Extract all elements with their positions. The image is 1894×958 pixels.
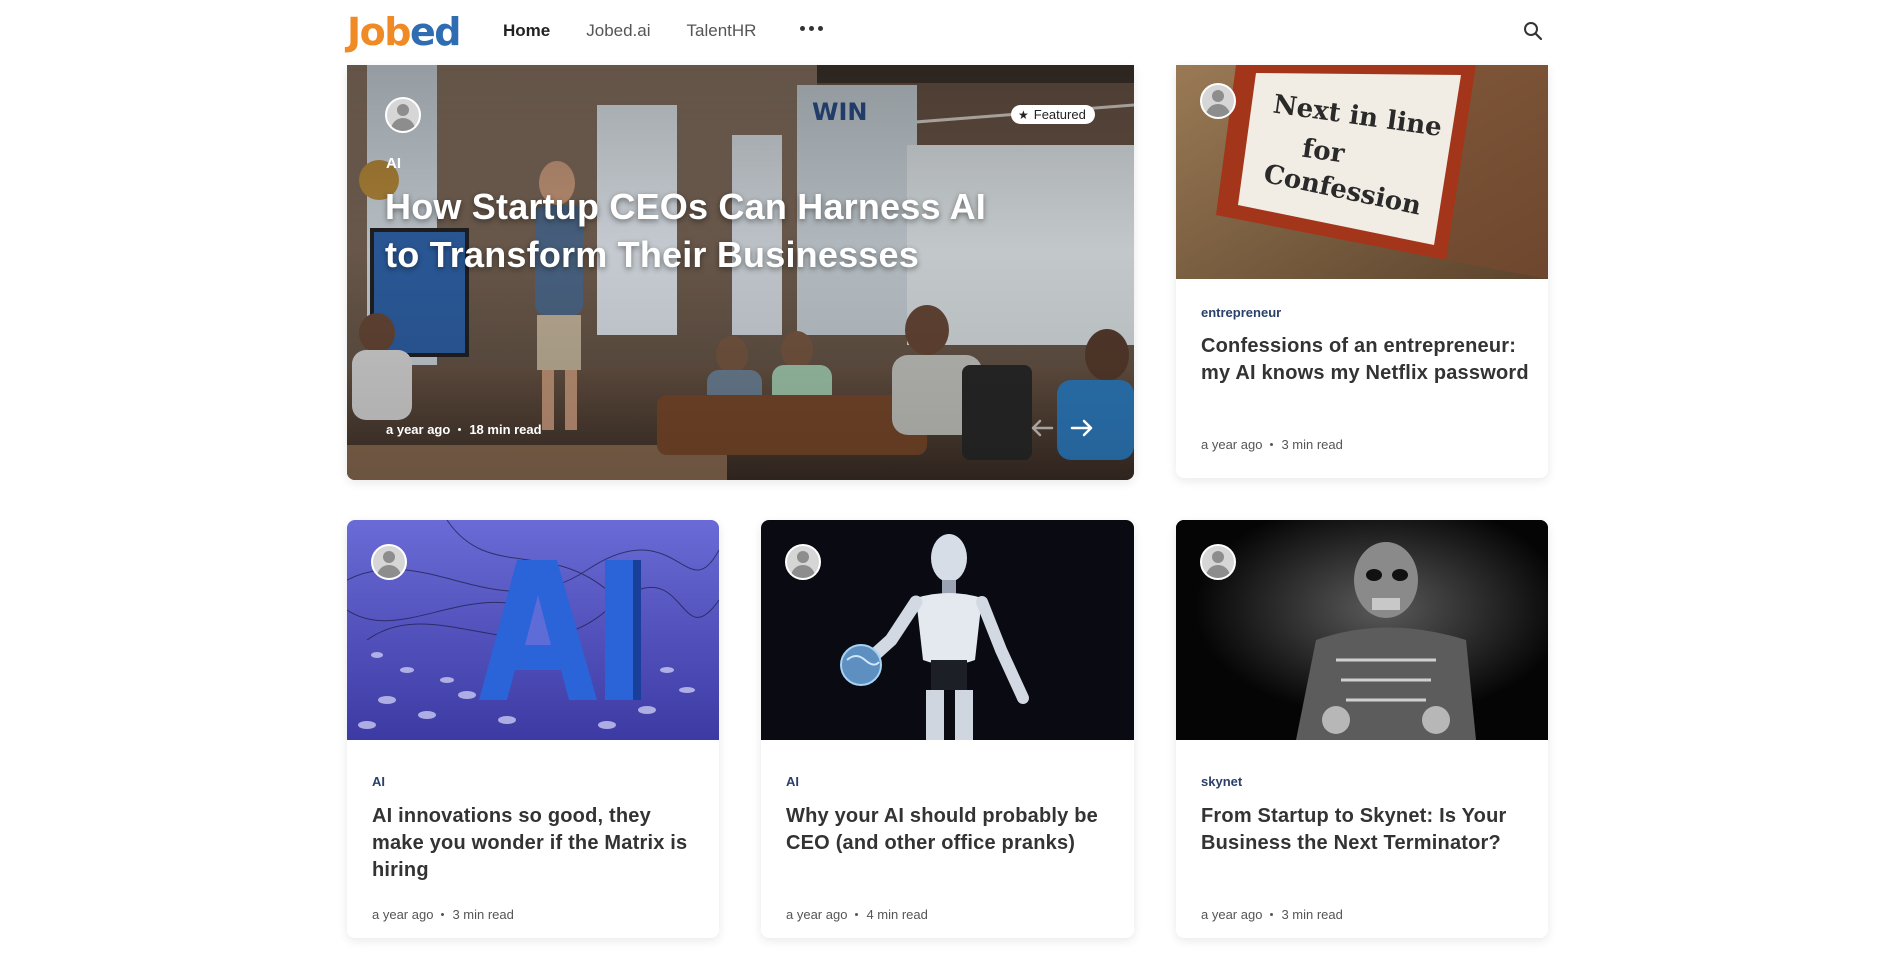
arrow-left-icon[interactable] <box>1027 415 1057 441</box>
post-title[interactable]: AI innovations so good, they make you wo… <box>372 803 702 884</box>
post-meta: a year ago 18 min read <box>386 422 542 437</box>
post-meta: a year ago 4 min read <box>786 907 928 922</box>
post-read-time: 4 min read <box>866 907 928 922</box>
meta-separator <box>458 428 462 431</box>
featured-post-title[interactable]: How Startup CEOs Can Harness AI to Trans… <box>385 183 1005 279</box>
post-date: a year ago <box>372 907 434 922</box>
post-card[interactable]: Next in line for Confession entrepreneur… <box>1176 65 1548 478</box>
post-read-time: 3 min read <box>452 907 514 922</box>
post-title[interactable]: Why your AI should probably be CEO (and … <box>786 803 1116 857</box>
nav-home[interactable]: Home <box>503 19 550 43</box>
site-logo[interactable]: Jobed <box>347 10 461 54</box>
post-meta: a year ago 3 min read <box>1201 437 1343 452</box>
post-date: a year ago <box>1201 437 1263 452</box>
more-dots-icon[interactable] <box>800 26 823 31</box>
post-title[interactable]: Confessions of an entrepreneur: my AI kn… <box>1201 333 1531 387</box>
post-card[interactable]: AI AI innovations so good, they make you… <box>347 520 719 938</box>
post-meta: a year ago 3 min read <box>372 907 514 922</box>
post-read-time: 3 min read <box>1281 437 1343 452</box>
post-title[interactable]: From Startup to Skynet: Is Your Business… <box>1201 803 1531 857</box>
post-tag[interactable]: skynet <box>1201 774 1242 789</box>
author-avatar[interactable] <box>385 97 421 133</box>
arrow-right-icon[interactable] <box>1067 415 1097 441</box>
post-tag[interactable]: AI <box>372 774 385 789</box>
post-date: a year ago <box>786 907 848 922</box>
svg-text:for: for <box>1300 134 1346 170</box>
author-avatar[interactable] <box>785 544 821 580</box>
post-tag[interactable]: AI <box>786 774 799 789</box>
author-avatar[interactable] <box>371 544 407 580</box>
featured-post-card[interactable]: WIN ★ Featured AI How Startup CEOs Can H… <box>347 65 1134 480</box>
post-meta: a year ago 3 min read <box>1201 907 1343 922</box>
featured-badge-label: Featured <box>1033 107 1086 122</box>
star-icon: ★ <box>1018 107 1029 122</box>
featured-badge: ★ Featured <box>1011 105 1095 124</box>
slider-controls <box>1027 415 1097 441</box>
post-read-time: 3 min read <box>1281 907 1343 922</box>
meta-separator <box>1270 443 1274 446</box>
nav-jobed-ai[interactable]: Jobed.ai <box>586 19 650 43</box>
meta-separator <box>855 913 859 916</box>
logo-text-ed: ed <box>409 10 461 54</box>
post-read-time: 18 min read <box>469 422 542 437</box>
post-tag[interactable]: entrepreneur <box>1201 305 1281 320</box>
post-card[interactable]: skynet From Startup to Skynet: Is Your B… <box>1176 520 1548 938</box>
post-date: a year ago <box>1201 907 1263 922</box>
author-avatar[interactable] <box>1200 83 1236 119</box>
search-icon[interactable] <box>1522 20 1544 42</box>
meta-separator <box>1270 913 1274 916</box>
post-tag[interactable]: AI <box>386 155 401 172</box>
post-date: a year ago <box>386 422 451 437</box>
meta-separator <box>441 913 445 916</box>
post-card[interactable]: AI Why your AI should probably be CEO (a… <box>761 520 1134 938</box>
nav-talenthr[interactable]: TalentHR <box>687 19 757 43</box>
main-nav: Home Jobed.ai TalentHR <box>503 19 756 43</box>
logo-text-job: Job <box>347 10 411 54</box>
author-avatar[interactable] <box>1200 544 1236 580</box>
site-header: Jobed Home Jobed.ai TalentHR <box>0 0 1894 64</box>
